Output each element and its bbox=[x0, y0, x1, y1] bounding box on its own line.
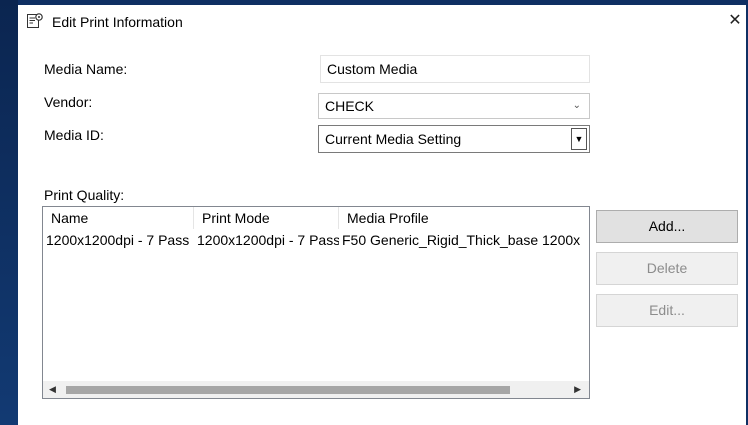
print-quality-list[interactable]: Name Print Mode Media Profile 1200x1200d… bbox=[42, 206, 590, 399]
column-header-media-profile[interactable]: Media Profile bbox=[339, 207, 589, 229]
edit-settings-icon bbox=[26, 12, 44, 30]
media-id-value: Current Media Setting bbox=[325, 131, 462, 147]
vendor-dropdown[interactable]: CHECK ⌄ bbox=[318, 93, 590, 119]
column-header-name[interactable]: Name bbox=[43, 207, 194, 229]
row-print-mode-cell: 1200x1200dpi - 7 Pass bbox=[197, 232, 339, 248]
delete-button[interactable]: Delete bbox=[596, 252, 738, 285]
table-row[interactable]: 1200x1200dpi - 7 Pass 1200x1200dpi - 7 P… bbox=[43, 230, 589, 250]
row-name-cell: 1200x1200dpi - 7 Pass bbox=[46, 232, 190, 248]
scrollbar-thumb[interactable] bbox=[66, 386, 510, 394]
scroll-left-arrow-icon[interactable]: ◀ bbox=[49, 384, 56, 395]
title-bar: Edit Print Information ✕ bbox=[18, 5, 746, 37]
add-button[interactable]: Add... bbox=[596, 210, 738, 243]
media-id-label: Media ID: bbox=[44, 127, 104, 143]
media-name-label: Media Name: bbox=[44, 61, 128, 77]
horizontal-scrollbar[interactable]: ◀ ▶ bbox=[43, 381, 589, 398]
print-quality-label: Print Quality: bbox=[44, 187, 125, 203]
dropdown-arrow-icon[interactable]: ▼ bbox=[571, 128, 587, 150]
vendor-value: CHECK bbox=[325, 98, 375, 114]
chevron-down-icon: ⌄ bbox=[572, 100, 581, 111]
edit-print-information-dialog: Edit Print Information ✕ Media Name: Cus… bbox=[18, 5, 746, 425]
window-title: Edit Print Information bbox=[52, 14, 183, 30]
column-header-print-mode[interactable]: Print Mode bbox=[194, 207, 339, 229]
desktop-background-left bbox=[0, 0, 18, 425]
list-header: Name Print Mode Media Profile bbox=[43, 207, 589, 229]
row-media-profile-cell: F50 Generic_Rigid_Thick_base 1200x bbox=[342, 232, 581, 248]
media-id-dropdown[interactable]: Current Media Setting ▼ bbox=[318, 125, 590, 153]
edit-button[interactable]: Edit... bbox=[596, 294, 738, 327]
media-name-field[interactable]: Custom Media bbox=[320, 55, 590, 83]
scroll-right-arrow-icon[interactable]: ▶ bbox=[574, 384, 581, 395]
vendor-label: Vendor: bbox=[44, 94, 93, 110]
close-icon[interactable]: ✕ bbox=[724, 9, 746, 33]
